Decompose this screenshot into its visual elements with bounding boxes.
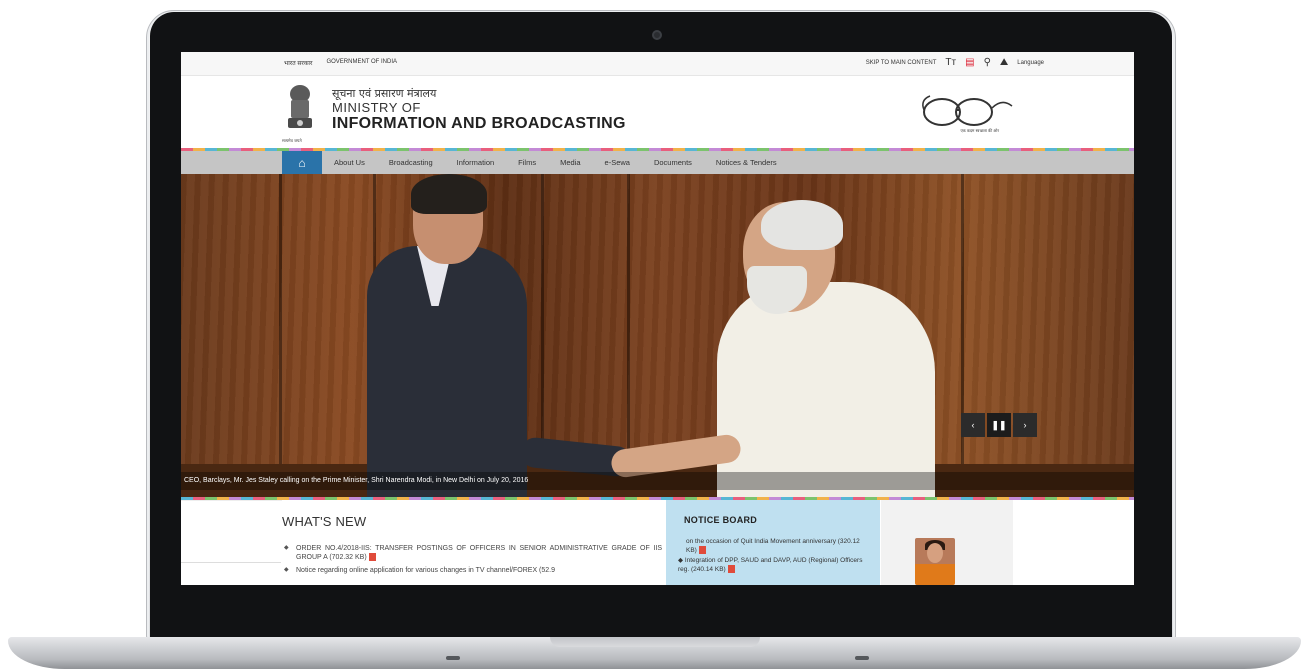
- national-emblem-icon[interactable]: [284, 82, 316, 140]
- main-nav: ⌂ About Us Broadcasting Information Film…: [181, 151, 1134, 174]
- hero-slider[interactable]: CEO, Barclays, Mr. Jes Staley calling on…: [181, 174, 1134, 497]
- utility-right: SKIP TO MAIN CONTENT Tт ▤ ⚲ ⛰ Language: [866, 56, 1044, 70]
- language-link[interactable]: Language: [1017, 60, 1044, 66]
- divider: [181, 562, 281, 563]
- whats-new-title: WHAT'S NEW: [282, 514, 367, 529]
- nav-notices-tenders[interactable]: Notices & Tenders: [704, 151, 789, 174]
- slider-pause-button[interactable]: ❚❚: [987, 413, 1011, 437]
- laptop-foot: [855, 656, 869, 660]
- swachh-caption: एक कदम स्वच्छता की ओर: [960, 128, 999, 133]
- laptop-notch: [550, 637, 760, 647]
- emblem-motto: सत्यमेव जयते: [282, 138, 302, 143]
- nav-items: ⌂ About Us Broadcasting Information Film…: [282, 151, 789, 174]
- gov-label: GOVERNMENT OF INDIA: [326, 59, 398, 65]
- laptop-screen: भारत सरकार GOVERNMENT OF INDIA SKIP TO M…: [181, 52, 1134, 585]
- pdf-icon: [727, 565, 735, 574]
- notice-item-text: on the occasion of Quit India Movement a…: [686, 538, 860, 554]
- left-sidebar-strip: [181, 500, 282, 585]
- whats-new-item[interactable]: Notice regarding online application for …: [282, 566, 662, 575]
- nav-films[interactable]: Films: [506, 151, 548, 174]
- title-line-1: MINISTRY OF: [332, 100, 421, 115]
- skip-to-content-link[interactable]: SKIP TO MAIN CONTENT: [866, 60, 937, 66]
- ministry-title[interactable]: सूचना एवं प्रसारण मंत्रालय MINISTRY OF I…: [332, 86, 626, 133]
- hindi-gov-label: भारत सरकार: [284, 61, 313, 67]
- nav-media[interactable]: Media: [548, 151, 592, 174]
- search-icon[interactable]: ⚲: [984, 56, 991, 70]
- slide-person-right-body: [717, 282, 935, 497]
- text-size-icon[interactable]: Tт: [945, 56, 956, 70]
- minister-profile[interactable]: [881, 500, 1013, 585]
- nav-documents[interactable]: Documents: [642, 151, 704, 174]
- nav-information[interactable]: Information: [445, 151, 507, 174]
- utility-bar: भारत सरकार GOVERNMENT OF INDIA SKIP TO M…: [181, 52, 1134, 76]
- whats-new-item-text: ORDER NO.4/2018-IIS: TRANSFER POSTINGS O…: [296, 545, 662, 561]
- contrast-icon[interactable]: ▤: [965, 56, 974, 70]
- slide-person-left-body: [367, 246, 527, 497]
- title-hindi: सूचना एवं प्रसारण मंत्रालय: [332, 87, 437, 100]
- nav-about-us[interactable]: About Us: [322, 151, 377, 174]
- notice-item[interactable]: on the occasion of Quit India Movement a…: [686, 537, 866, 555]
- camera-icon: [652, 30, 662, 40]
- whats-new-item[interactable]: ORDER NO.4/2018-IIS: TRANSFER POSTINGS O…: [282, 544, 662, 562]
- notice-board-title: NOTICE BOARD: [684, 515, 758, 525]
- whats-new-item-text: Notice regarding online application for …: [296, 567, 556, 574]
- pdf-icon: [698, 546, 706, 555]
- notice-item-text: Integration of DPP, SAUD and DAVP, AUD (…: [678, 557, 863, 573]
- whats-new-section: WHAT'S NEW ORDER NO.4/2018-IIS: TRANSFER…: [282, 500, 662, 585]
- slide-person-right-hair: [761, 200, 843, 250]
- home-icon[interactable]: ⌂: [282, 151, 322, 174]
- slider-prev-button[interactable]: ‹: [961, 413, 985, 437]
- title-line-2: INFORMATION AND BROADCASTING: [332, 115, 626, 132]
- utility-left: भारत सरकार GOVERNMENT OF INDIA: [284, 59, 397, 67]
- nav-e-sewa[interactable]: e-Sewa: [593, 151, 642, 174]
- laptop-foot: [446, 656, 460, 660]
- sitemap-icon[interactable]: ⛰: [1000, 56, 1008, 70]
- site-header: सत्यमेव जयते सूचना एवं प्रसारण मंत्रालय …: [181, 76, 1134, 150]
- slider-next-button[interactable]: ›: [1013, 413, 1037, 437]
- nav-broadcasting[interactable]: Broadcasting: [377, 151, 445, 174]
- whats-new-list: ORDER NO.4/2018-IIS: TRANSFER POSTINGS O…: [282, 544, 662, 579]
- slide-caption: CEO, Barclays, Mr. Jes Staley calling on…: [181, 472, 1134, 490]
- notice-board: NOTICE BOARD on the occasion of Quit Ind…: [666, 500, 880, 585]
- minister-photo-face: [927, 543, 943, 563]
- pdf-icon: [368, 553, 376, 562]
- slide-person-left-hair: [411, 174, 487, 214]
- notice-item[interactable]: ◆ Integration of DPP, SAUD and DAVP, AUD…: [678, 556, 868, 574]
